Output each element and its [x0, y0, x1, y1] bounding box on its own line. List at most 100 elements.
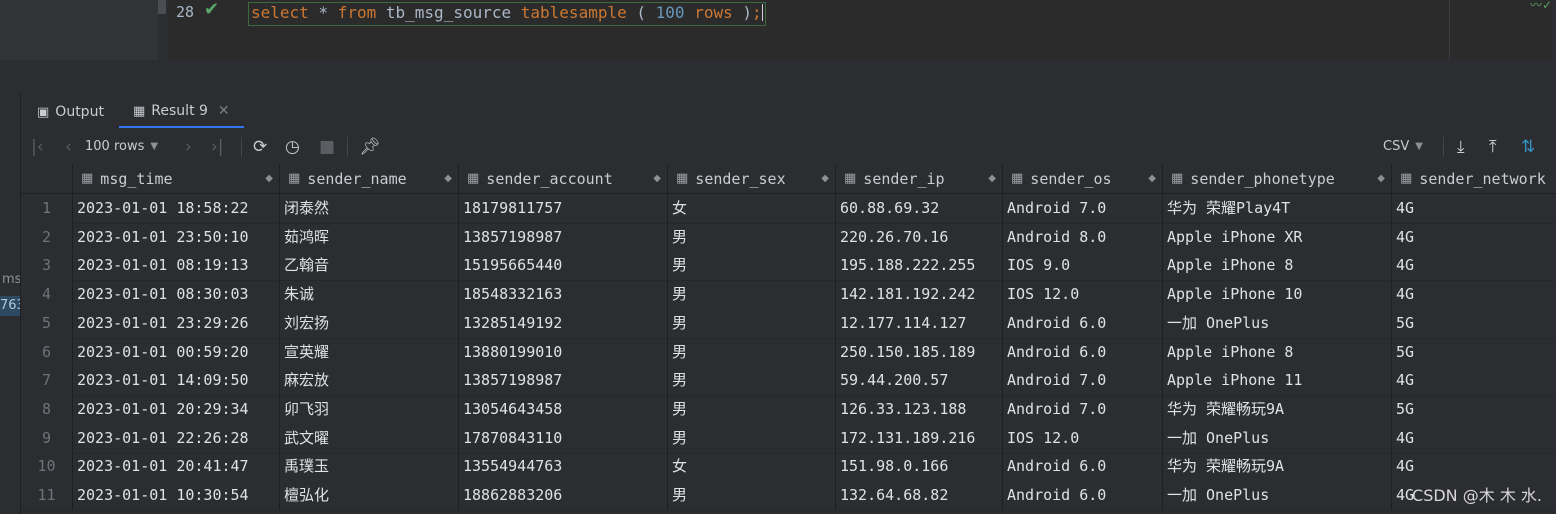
table-row[interactable]: 9 2023-01-01 22:26:28 武文曜 17870843110 男 172.1…	[21, 423, 1556, 454]
column-header-msg-time[interactable]: ▦ msg_time ◆	[73, 164, 280, 193]
previous-page-icon[interactable]: ‹	[65, 129, 72, 164]
sender-os-cell[interactable]: IOS 12.0	[1003, 423, 1163, 453]
close-icon[interactable]: ✕	[218, 103, 230, 119]
sender-ip-cell[interactable]: 195.188.222.255	[836, 251, 1003, 281]
sort-icon[interactable]: ◆	[1148, 173, 1156, 184]
sender-network-cell[interactable]: 4G	[1392, 194, 1556, 223]
sender-account-cell[interactable]: 15195665440	[459, 251, 668, 281]
sender-sex-cell[interactable]: 男	[668, 222, 836, 252]
sender-sex-cell[interactable]: 女	[668, 194, 836, 223]
sender-account-cell[interactable]: 13880199010	[459, 337, 668, 367]
sender-name-cell[interactable]: 麻宏放	[280, 366, 459, 396]
sender-network-cell[interactable]: 4G	[1392, 424, 1556, 453]
column-header-sender-network[interactable]: ▦ sender_network	[1392, 164, 1556, 193]
sender-network-cell[interactable]: 5G	[1392, 338, 1556, 367]
sender-sex-cell[interactable]: 男	[668, 481, 836, 510]
sender-account-cell[interactable]: 18548332163	[459, 280, 668, 310]
sort-icon[interactable]: ◆	[821, 173, 829, 184]
sender-ip-cell[interactable]: 142.181.192.242	[836, 280, 1003, 310]
sender-sex-cell[interactable]: 男	[668, 280, 836, 310]
last-page-icon[interactable]: ›|	[211, 129, 224, 164]
table-row[interactable]: 3 2023-01-01 08:19:13 乙翰音 15195665440 男 195.1…	[21, 251, 1556, 282]
table-row[interactable]: 7 2023-01-01 14:09:50 麻宏放 13857198987 男 59.44…	[21, 366, 1556, 397]
sender-os-cell[interactable]: Android 6.0	[1003, 481, 1163, 510]
sender-network-cell[interactable]: 4G	[1392, 280, 1556, 309]
sender-os-cell[interactable]: IOS 12.0	[1003, 280, 1163, 310]
sender-phonetype-cell[interactable]: 华为 荣耀Play4T	[1163, 194, 1392, 223]
download-icon[interactable]: ⤓	[1457, 129, 1465, 164]
tab-output[interactable]: ▣ Output	[37, 96, 104, 128]
sender-sex-cell[interactable]: 男	[668, 308, 836, 338]
sender-phonetype-cell[interactable]: 华为 荣耀畅玩9A	[1163, 394, 1392, 424]
sender-network-cell[interactable]: 4G	[1392, 251, 1556, 280]
column-header-sender-sex[interactable]: ▦ sender_sex ◆	[668, 164, 836, 193]
msg-time-cell[interactable]: 2023-01-01 08:30:03	[73, 280, 280, 310]
result-grid[interactable]: ▦ msg_time ◆ ▦ sender_name ◆ ▦ sender_account…	[21, 164, 1556, 514]
sender-name-cell[interactable]: 卯飞羽	[280, 394, 459, 424]
sender-network-cell[interactable]: 4G	[1392, 366, 1556, 395]
msg-time-cell[interactable]: 2023-01-01 08:19:13	[73, 251, 280, 281]
page-size-select[interactable]: 100 rows ▼	[85, 129, 158, 164]
sender-os-cell[interactable]: Android 6.0	[1003, 308, 1163, 338]
sender-ip-cell[interactable]: 172.131.189.216	[836, 423, 1003, 453]
sender-name-cell[interactable]: 朱诚	[280, 280, 459, 310]
sender-name-cell[interactable]: 武文曜	[280, 423, 459, 453]
sender-name-cell[interactable]: 刘宏扬	[280, 308, 459, 338]
sender-ip-cell[interactable]: 250.150.185.189	[836, 337, 1003, 367]
sender-ip-cell[interactable]: 132.64.68.82	[836, 481, 1003, 510]
column-header-sender-name[interactable]: ▦ sender_name ◆	[280, 164, 459, 193]
sender-account-cell[interactable]: 13054643458	[459, 394, 668, 424]
msg-time-cell[interactable]: 2023-01-01 00:59:20	[73, 337, 280, 367]
column-header-sender-ip[interactable]: ▦ sender_ip ◆	[836, 164, 1003, 193]
sender-ip-cell[interactable]: 151.98.0.166	[836, 452, 1003, 482]
table-row[interactable]: 2 2023-01-01 23:50:10 茹鸿晖 13857198987 男 220.2…	[21, 222, 1556, 253]
sender-os-cell[interactable]: IOS 9.0	[1003, 251, 1163, 281]
sender-os-cell[interactable]: Android 8.0	[1003, 222, 1163, 252]
sender-sex-cell[interactable]: 男	[668, 366, 836, 396]
msg-time-cell[interactable]: 2023-01-01 23:50:10	[73, 222, 280, 252]
sender-network-cell[interactable]: 5G	[1392, 395, 1556, 424]
sender-name-cell[interactable]: 檀弘化	[280, 481, 459, 510]
sender-phonetype-cell[interactable]: Apple iPhone 11	[1163, 366, 1392, 396]
inspection-status-icon[interactable]: 〰✓	[1530, 0, 1552, 13]
msg-time-cell[interactable]: 2023-01-01 22:26:28	[73, 423, 280, 453]
sender-os-cell[interactable]: Android 6.0	[1003, 337, 1163, 367]
sender-os-cell[interactable]: Android 7.0	[1003, 394, 1163, 424]
table-row[interactable]: 5 2023-01-01 23:29:26 刘宏扬 13285149192 男 12.17…	[21, 308, 1556, 339]
sender-ip-cell[interactable]: 126.33.123.188	[836, 394, 1003, 424]
sender-sex-cell[interactable]: 男	[668, 423, 836, 453]
table-row[interactable]: 1 2023-01-01 18:58:22 闭泰然 18179811757 女 60.88…	[21, 194, 1556, 224]
sender-phonetype-cell[interactable]: Apple iPhone 10	[1163, 280, 1392, 310]
tab-result[interactable]: ▦ Result 9 ✕	[119, 96, 244, 128]
table-row[interactable]: 6 2023-01-01 00:59:20 宣英耀 13880199010 男 250.1…	[21, 337, 1556, 368]
sender-sex-cell[interactable]: 女	[668, 452, 836, 482]
sender-name-cell[interactable]: 闭泰然	[280, 194, 459, 223]
sender-name-cell[interactable]: 茹鸿晖	[280, 222, 459, 252]
sender-phonetype-cell[interactable]: Apple iPhone 8	[1163, 251, 1392, 281]
sender-network-cell[interactable]: 5G	[1392, 309, 1556, 338]
sender-sex-cell[interactable]: 男	[668, 251, 836, 281]
sender-name-cell[interactable]: 宣英耀	[280, 337, 459, 367]
sender-sex-cell[interactable]: 男	[668, 337, 836, 367]
code-editor[interactable]: select * from tb_msg_source tablesample …	[242, 0, 1552, 60]
sender-phonetype-cell[interactable]: 华为 荣耀畅玩9A	[1163, 452, 1392, 482]
column-header-sender-phonetype[interactable]: ▦ sender_phonetype ◆	[1163, 164, 1392, 193]
upload-icon[interactable]: ⤒	[1489, 129, 1497, 164]
sort-icon[interactable]: ◆	[265, 173, 273, 184]
msg-time-cell[interactable]: 2023-01-01 23:29:26	[73, 308, 280, 338]
table-row[interactable]: 10 2023-01-01 20:41:47 禹璞玉 13554944763 女 151.…	[21, 452, 1556, 483]
sender-network-cell[interactable]: 4G	[1392, 452, 1556, 481]
msg-time-cell[interactable]: 2023-01-01 20:41:47	[73, 452, 280, 482]
sort-icon[interactable]: ◆	[444, 173, 452, 184]
msg-time-cell[interactable]: 2023-01-01 20:29:34	[73, 394, 280, 424]
sender-account-cell[interactable]: 13857198987	[459, 222, 668, 252]
sender-phonetype-cell[interactable]: 一加 OnePlus	[1163, 481, 1392, 510]
sender-account-cell[interactable]: 13857198987	[459, 366, 668, 396]
sender-name-cell[interactable]: 禹璞玉	[280, 452, 459, 482]
sender-account-cell[interactable]: 18179811757	[459, 194, 668, 223]
sender-ip-cell[interactable]: 59.44.200.57	[836, 366, 1003, 396]
table-row[interactable]: 4 2023-01-01 08:30:03 朱诚 18548332163 男 142.18…	[21, 280, 1556, 311]
sort-icon[interactable]: ◆	[988, 173, 996, 184]
next-page-icon[interactable]: ›	[185, 129, 192, 164]
msg-time-cell[interactable]: 2023-01-01 10:30:54	[73, 481, 280, 510]
